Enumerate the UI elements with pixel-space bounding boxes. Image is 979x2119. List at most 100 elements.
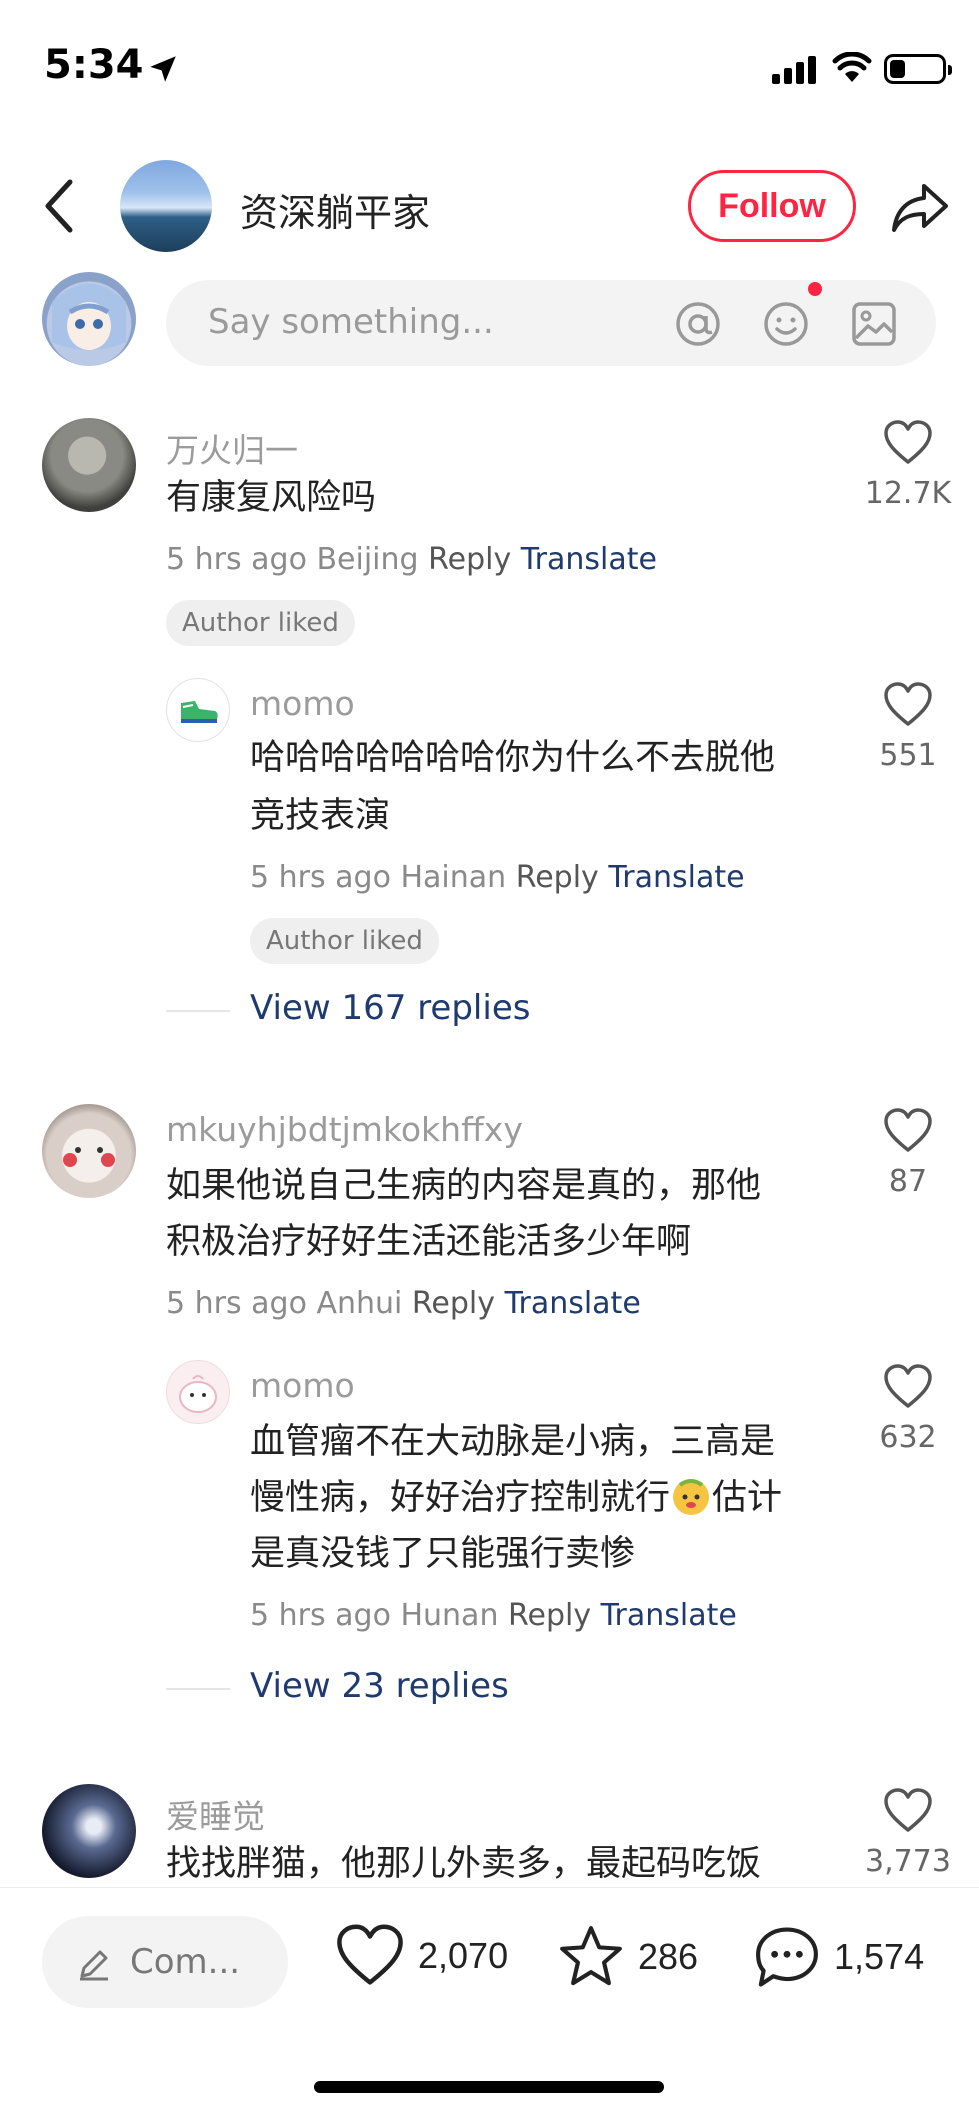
author-avatar[interactable] xyxy=(120,160,212,252)
post-header: 资深躺平家 Follow xyxy=(0,150,979,260)
author-liked-badge: Author liked xyxy=(166,600,355,646)
cat-avatar-icon xyxy=(63,1147,115,1167)
comment-bubble-icon xyxy=(756,1927,818,1987)
divider xyxy=(166,1010,230,1012)
comment-text-line2: 积极治疗好好生活还能活多少年啊 xyxy=(166,1222,692,1262)
notification-dot xyxy=(808,282,822,296)
reply-like[interactable]: 632 xyxy=(863,1364,953,1455)
commenter-avatar[interactable] xyxy=(42,1104,136,1198)
comment-text: 找找胖猫，他那儿外卖多，最起码吃饭 xyxy=(166,1844,762,1884)
reply-link[interactable]: Reply xyxy=(508,1598,591,1633)
write-comment-label: Com... xyxy=(130,1942,241,1982)
like-count: 632 xyxy=(879,1420,937,1455)
home-indicator xyxy=(314,2081,664,2093)
battery-level xyxy=(890,60,905,78)
commenter-name[interactable]: 万火归一 xyxy=(166,424,298,472)
comment-location: Anhui xyxy=(316,1286,403,1321)
heart-icon[interactable] xyxy=(883,420,933,466)
comment-meta: 5 hrs ago Beijing Reply Translate xyxy=(166,542,657,577)
heart-icon[interactable] xyxy=(883,1788,933,1834)
reply-text-line2: 竞技表演 xyxy=(250,796,391,836)
reply-text-line2a: 慢性病，好好治疗控制就行 xyxy=(250,1478,671,1518)
reply-link[interactable]: Reply xyxy=(516,860,599,895)
reply-time: 5 hrs ago xyxy=(250,1598,391,1633)
cute-creature-icon xyxy=(179,1375,217,1413)
cellular-signal-icon xyxy=(772,56,816,84)
comment-time: 5 hrs ago xyxy=(166,1286,307,1321)
share-icon[interactable] xyxy=(890,180,950,234)
back-button[interactable] xyxy=(40,176,80,236)
comment-input[interactable]: Say something... xyxy=(166,280,936,366)
write-comment-button[interactable]: Com... xyxy=(42,1916,288,2008)
reply-location: Hunan xyxy=(400,1598,499,1633)
comment-text-line1: 如果他说自己生病的内容是真的，那他 xyxy=(166,1166,762,1206)
emoji-icon[interactable] xyxy=(762,300,810,348)
reply-meta: 5 hrs ago Hunan Reply Translate xyxy=(250,1598,737,1633)
translate-link[interactable]: Translate xyxy=(601,1598,737,1633)
like-count: 551 xyxy=(879,738,937,773)
reply-text-line2b: 估计 xyxy=(712,1478,783,1518)
bottom-action-bar: Com... 2,070 286 1,574 xyxy=(0,1887,979,2119)
commenter-name[interactable]: 爱睡觉 xyxy=(166,1790,265,1838)
follow-button[interactable]: Follow xyxy=(688,170,856,242)
post-like-count: 2,070 xyxy=(418,1935,509,1976)
heart-icon[interactable] xyxy=(883,682,933,728)
replier-avatar[interactable] xyxy=(166,1360,230,1424)
reply-like[interactable]: 551 xyxy=(863,682,953,773)
current-user-avatar[interactable] xyxy=(42,272,136,366)
translate-link[interactable]: Translate xyxy=(608,860,744,895)
reply-meta: 5 hrs ago Hainan Reply Translate xyxy=(250,860,745,895)
emoji-sticker-icon xyxy=(673,1479,710,1515)
status-time: 5:34 xyxy=(44,42,144,88)
comment-input-placeholder: Say something... xyxy=(208,302,494,342)
author-liked-badge: Author liked xyxy=(250,918,439,964)
like-count: 12.7K xyxy=(864,476,952,511)
favorite-button[interactable]: 286 xyxy=(556,1924,698,1990)
translate-link[interactable]: Translate xyxy=(521,542,657,577)
comment-like[interactable]: 87 xyxy=(863,1108,953,1199)
commenter-avatar[interactable] xyxy=(42,1784,136,1878)
like-count: 87 xyxy=(888,1164,928,1199)
replier-name[interactable]: momo xyxy=(250,684,355,723)
view-replies-link[interactable]: View 167 replies xyxy=(250,988,530,1028)
replier-avatar[interactable] xyxy=(166,678,230,742)
heart-icon[interactable] xyxy=(883,1364,933,1410)
comment-time: 5 hrs ago xyxy=(166,542,307,577)
commenter-name[interactable]: mkuyhjbdtjmkokhffxy xyxy=(166,1110,523,1149)
replier-name[interactable]: momo xyxy=(250,1366,355,1405)
post-like-button[interactable]: 2,070 xyxy=(334,1924,508,1988)
divider xyxy=(166,1688,230,1690)
author-name[interactable]: 资深躺平家 xyxy=(240,182,430,237)
comments-button[interactable]: 1,574 xyxy=(752,1924,924,1990)
reply-location: Hainan xyxy=(400,860,507,895)
translate-link[interactable]: Translate xyxy=(505,1286,641,1321)
comment-location: Beijing xyxy=(316,542,419,577)
reply-text-line1: 血管瘤不在大动脉是小病，三高是 xyxy=(250,1422,776,1462)
star-icon xyxy=(560,1926,622,1986)
favorite-count: 286 xyxy=(638,1936,699,1977)
reply-time: 5 hrs ago xyxy=(250,860,391,895)
reply-link[interactable]: Reply xyxy=(428,542,511,577)
reply-text-line1: 哈哈哈哈哈哈哈你为什么不去脱他 xyxy=(250,738,776,778)
view-replies-link[interactable]: View 23 replies xyxy=(250,1666,509,1706)
comment-like[interactable]: 3,773 xyxy=(863,1788,953,1879)
comment-like[interactable]: 12.7K xyxy=(863,420,953,511)
reply-text-line3: 是真没钱了只能强行卖惨 xyxy=(250,1534,636,1574)
reply-link[interactable]: Reply xyxy=(412,1286,495,1321)
image-icon[interactable] xyxy=(850,300,898,348)
wifi-icon xyxy=(832,52,872,82)
heart-icon xyxy=(337,1924,403,1985)
pencil-icon xyxy=(80,1950,108,1981)
comment-text: 有康复风险吗 xyxy=(166,478,377,518)
sneaker-icon xyxy=(181,701,218,723)
commenter-avatar[interactable] xyxy=(42,418,136,512)
anime-avatar-icon xyxy=(52,284,126,350)
like-count: 3,773 xyxy=(865,1844,951,1879)
battery-icon xyxy=(884,54,952,84)
heart-icon[interactable] xyxy=(883,1108,933,1154)
reply-text-line2: 慢性病，好好治疗控制就行 估计 xyxy=(250,1470,782,1526)
location-arrow-icon xyxy=(150,56,176,82)
mention-icon[interactable] xyxy=(674,300,722,348)
comment-count: 1,574 xyxy=(834,1936,925,1977)
comment-meta: 5 hrs ago Anhui Reply Translate xyxy=(166,1286,641,1321)
